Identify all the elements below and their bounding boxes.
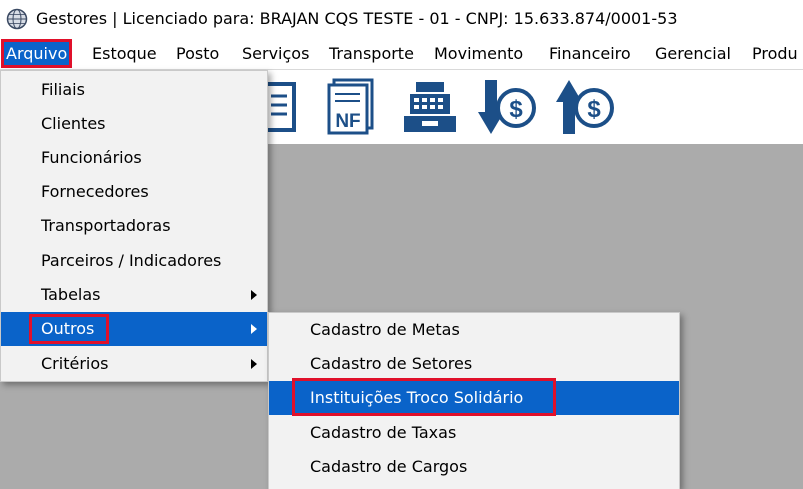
menu-item-label: Funcionários xyxy=(41,148,142,167)
menu-servicos[interactable]: Serviços xyxy=(242,44,309,64)
menu-item-criterios[interactable]: Critérios xyxy=(1,347,267,381)
menu-arquivo[interactable]: Arquivo xyxy=(0,39,73,68)
menu-item-parceiros-indicadores[interactable]: Parceiros / Indicadores xyxy=(1,244,267,278)
nf-label: NF xyxy=(335,111,360,132)
cash-register-icon[interactable] xyxy=(400,78,460,136)
submenu-arrow-icon xyxy=(251,324,257,334)
submenu-item-instituicoes-troco-solidario[interactable]: Instituições Troco Solidário xyxy=(269,378,679,416)
dollar-down-icon[interactable]: $ xyxy=(476,78,538,136)
menu-item-label: Tabelas xyxy=(41,285,101,304)
menu-item-filiais[interactable]: Filiais xyxy=(1,73,267,107)
title-bar: Gestores | Licenciado para: BRAJAN CQS T… xyxy=(0,0,803,38)
submenu-item-label: Cadastro de Cargos xyxy=(310,457,468,476)
menu-item-outros[interactable]: Outros xyxy=(1,312,267,346)
menu-transporte[interactable]: Transporte xyxy=(329,44,414,64)
menu-gerencial[interactable]: Gerencial xyxy=(655,44,731,64)
menu-item-label: Transportadoras xyxy=(41,216,171,235)
menu-item-label: Critérios xyxy=(41,354,109,373)
app-globe-icon xyxy=(6,8,28,30)
menu-item-transportadoras[interactable]: Transportadoras xyxy=(1,209,267,243)
menu-movimento[interactable]: Movimento xyxy=(434,44,523,64)
window-title: Gestores | Licenciado para: BRAJAN CQS T… xyxy=(36,9,678,28)
outros-submenu: Cadastro de Metas Cadastro de Setores In… xyxy=(268,312,680,489)
submenu-item-cadastro-setores[interactable]: Cadastro de Setores xyxy=(269,347,679,381)
annotation-highlight-box xyxy=(292,378,556,416)
menu-item-label: Parceiros / Indicadores xyxy=(41,251,222,270)
submenu-arrow-icon xyxy=(251,359,257,369)
nota-fiscal-icon[interactable]: NF xyxy=(326,78,378,136)
submenu-item-label: Cadastro de Setores xyxy=(310,354,473,373)
submenu-item-cadastro-metas[interactable]: Cadastro de Metas xyxy=(269,313,679,347)
dollar-symbol-up: $ xyxy=(587,96,601,123)
menu-item-funcionarios[interactable]: Funcionários xyxy=(1,141,267,175)
menu-produ[interactable]: Produ xyxy=(752,44,798,64)
arquivo-dropdown-menu: Filiais Clientes Funcionários Fornecedor… xyxy=(0,70,268,382)
submenu-item-label: Cadastro de Metas xyxy=(310,320,460,339)
dollar-symbol-down: $ xyxy=(509,96,523,123)
menu-item-tabelas[interactable]: Tabelas xyxy=(1,278,267,312)
dollar-up-icon[interactable]: $ xyxy=(554,78,616,136)
menu-estoque[interactable]: Estoque xyxy=(92,44,157,64)
submenu-item-cadastro-cargos[interactable]: Cadastro de Cargos xyxy=(269,450,679,484)
submenu-arrow-icon xyxy=(251,290,257,300)
menu-posto[interactable]: Posto xyxy=(176,44,219,64)
menu-bar: Arquivo Estoque Posto Serviços Transport… xyxy=(0,38,803,70)
menu-item-fornecedores[interactable]: Fornecedores xyxy=(1,175,267,209)
submenu-item-cadastro-taxas[interactable]: Cadastro de Taxas xyxy=(269,416,679,450)
menu-financeiro[interactable]: Financeiro xyxy=(549,44,631,64)
menu-item-label: Clientes xyxy=(41,114,106,133)
menu-item-label: Filiais xyxy=(41,80,85,99)
submenu-item-label: Cadastro de Taxas xyxy=(310,423,457,442)
menu-item-clientes[interactable]: Clientes xyxy=(1,107,267,141)
menu-item-label: Fornecedores xyxy=(41,182,149,201)
annotation-highlight-box xyxy=(29,314,109,344)
